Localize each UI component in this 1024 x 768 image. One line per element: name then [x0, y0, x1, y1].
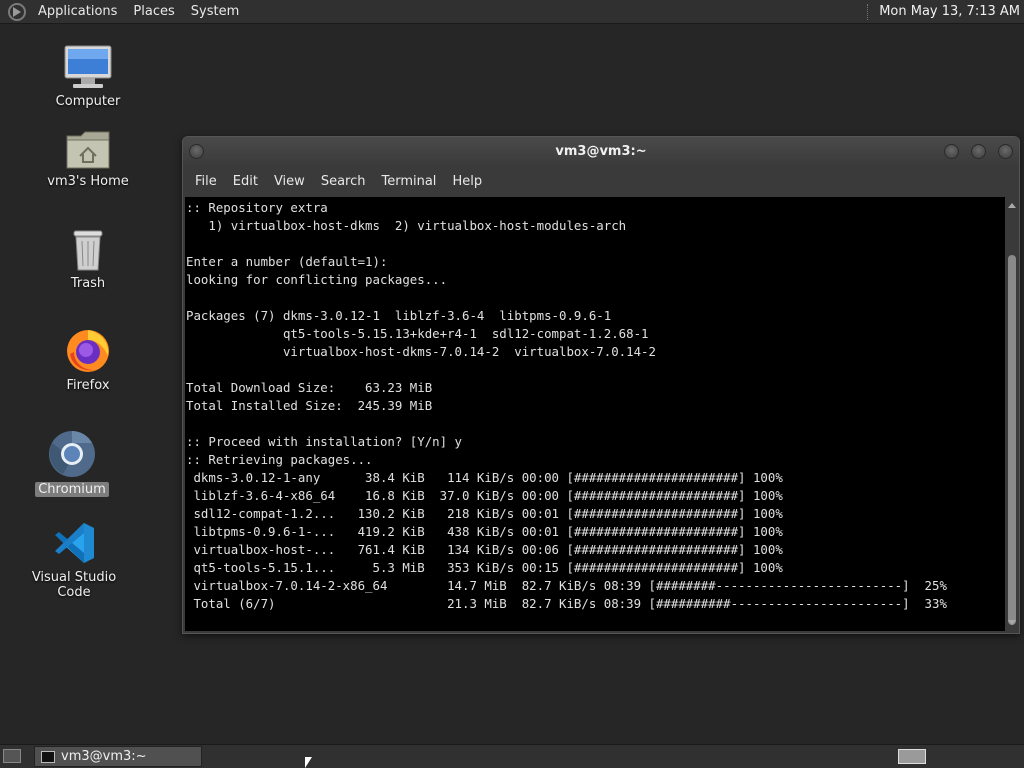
terminal-menubar: File Edit View Search Terminal Help	[183, 167, 1019, 195]
terminal-text: :: Repository extra 1) virtualbox-host-d…	[185, 197, 1005, 613]
terminal-line: Total (6/7) 21.3 MiB 82.7 KiB/s 08:39 [#…	[193, 596, 947, 611]
menu-file[interactable]: File	[187, 174, 225, 189]
terminal-line: :: Proceed with installation? [Y/n] y	[186, 434, 463, 449]
terminal-window[interactable]: vm3@vm3:~ File Edit View Search Terminal…	[182, 136, 1020, 634]
menu-applications[interactable]: Applications	[30, 4, 125, 19]
window-menu-button[interactable]	[189, 144, 204, 159]
home-folder-icon	[66, 131, 110, 169]
terminal-scrollbar[interactable]	[1005, 197, 1019, 631]
desktop-icon-vscode[interactable]: Visual Studio Code	[14, 520, 134, 600]
menu-search[interactable]: Search	[313, 174, 374, 189]
panel-separator	[867, 3, 871, 20]
menu-terminal[interactable]: Terminal	[373, 174, 444, 189]
terminal-line: :: Retrieving packages...	[186, 452, 373, 467]
window-titlebar[interactable]: vm3@vm3:~	[183, 137, 1019, 167]
terminal-line: libtpms-0.9.6-1-... 419.2 KiB 438 KiB/s …	[193, 524, 783, 539]
menu-system[interactable]: System	[183, 4, 247, 19]
chromium-icon	[49, 431, 95, 477]
scroll-up-icon[interactable]	[1008, 203, 1016, 208]
trash-icon	[73, 230, 103, 271]
workspace-switcher[interactable]	[898, 749, 926, 764]
desktop-icon-label: vm3's Home	[47, 174, 129, 189]
top-panel: Applications Places System Mon May 13, 7…	[0, 0, 1024, 24]
desktop-icon-home[interactable]: vm3's Home	[28, 128, 148, 189]
maximize-button[interactable]	[971, 144, 986, 159]
taskbar-item-label: vm3@vm3:~	[61, 749, 147, 764]
terminal-line: Total Download Size: 63.23 MiB	[186, 380, 433, 395]
desktop-icon-trash[interactable]: Trash	[28, 228, 148, 291]
terminal-line: virtualbox-host-... 761.4 KiB 134 KiB/s …	[193, 542, 783, 557]
mouse-cursor-icon	[305, 757, 312, 768]
minimize-button[interactable]	[944, 144, 959, 159]
desktop-icon-chromium[interactable]: Chromium	[12, 430, 132, 497]
menu-places[interactable]: Places	[125, 4, 182, 19]
scrollbar-thumb[interactable]	[1008, 255, 1016, 625]
menu-edit[interactable]: Edit	[225, 174, 266, 189]
vscode-icon	[55, 523, 94, 563]
bottom-panel: vm3@vm3:~	[0, 744, 1024, 768]
terminal-line: :: Repository extra	[186, 200, 328, 215]
desktop-icon-label: Trash	[70, 276, 106, 291]
close-button[interactable]	[998, 144, 1013, 159]
clock[interactable]: Mon May 13, 7:13 AM	[879, 4, 1024, 19]
taskbar-item-terminal[interactable]: vm3@vm3:~	[34, 746, 202, 767]
desktop-icon-label: Visual Studio Code	[31, 570, 117, 600]
desktop-icon-firefox[interactable]: Firefox	[28, 326, 148, 393]
terminal-output[interactable]: :: Repository extra 1) virtualbox-host-d…	[185, 197, 1005, 631]
desktop-icon-label: Firefox	[66, 378, 110, 393]
desktop-icon-label: Chromium	[35, 482, 109, 497]
computer-icon	[64, 45, 112, 88]
terminal-line: Enter a number (default=1):	[186, 254, 388, 269]
terminal-line: qt5-tools-5.15.13+kde+r4-1 sdl12-compat-…	[282, 326, 649, 341]
menu-help[interactable]: Help	[444, 174, 490, 189]
terminal-line: qt5-tools-5.15.1... 5.3 MiB 353 KiB/s 00…	[193, 560, 783, 575]
desktop-icon-label: Computer	[55, 94, 121, 109]
menu-view[interactable]: View	[266, 174, 313, 189]
terminal-line: 1) virtualbox-host-dkms 2) virtualbox-ho…	[208, 218, 627, 233]
window-title: vm3@vm3:~	[555, 144, 647, 159]
firefox-icon	[67, 330, 109, 372]
scroll-down-icon[interactable]	[1008, 620, 1016, 625]
distro-logo-icon[interactable]	[8, 2, 26, 21]
terminal-line: sdl12-compat-1.2... 130.2 KiB 218 KiB/s …	[193, 506, 783, 521]
show-desktop-icon[interactable]	[3, 749, 21, 763]
terminal-line: virtualbox-host-dkms-7.0.14-2 virtualbox…	[282, 344, 656, 359]
terminal-line: dkms-3.0.12-1-any 38.4 KiB 114 KiB/s 00:…	[193, 470, 783, 485]
desktop-icon-computer[interactable]: Computer	[28, 44, 148, 109]
terminal-line: liblzf-3.6-4-x86_64 16.8 KiB 37.0 KiB/s …	[193, 488, 783, 503]
terminal-icon	[41, 750, 55, 763]
terminal-line: looking for conflicting packages...	[186, 272, 448, 287]
terminal-line: Packages (7) dkms-3.0.12-1 liblzf-3.6-4 …	[186, 308, 612, 323]
terminal-line: Total Installed Size: 245.39 MiB	[186, 398, 433, 413]
terminal-line: virtualbox-7.0.14-2-x86_64 14.7 MiB 82.7…	[193, 578, 947, 593]
